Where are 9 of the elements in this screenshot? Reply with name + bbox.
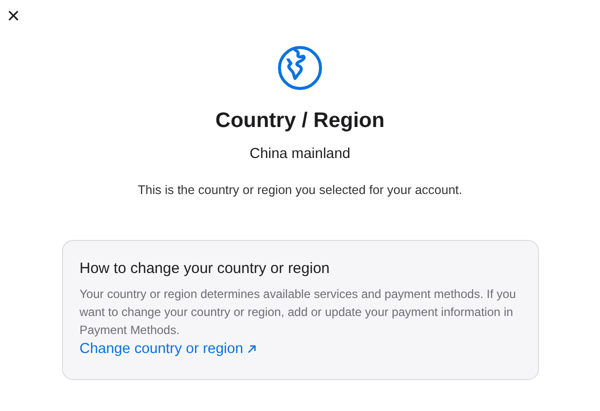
globe-icon <box>277 45 323 91</box>
country-name: China mainland <box>250 145 350 163</box>
close-button[interactable]: × <box>5 6 22 26</box>
page-title: Country / Region <box>215 108 385 134</box>
change-region-link[interactable]: Change country or region <box>80 339 258 359</box>
description-text: This is the country or region you selected for your account. <box>138 182 462 198</box>
card-heading: How to change your country or region <box>80 259 331 278</box>
card-text: Your country or region determines available services and payment methods. If you want to change your country or region, add or update your payment information in Payment Methods. <box>80 286 517 339</box>
external-arrow-icon <box>247 344 258 354</box>
